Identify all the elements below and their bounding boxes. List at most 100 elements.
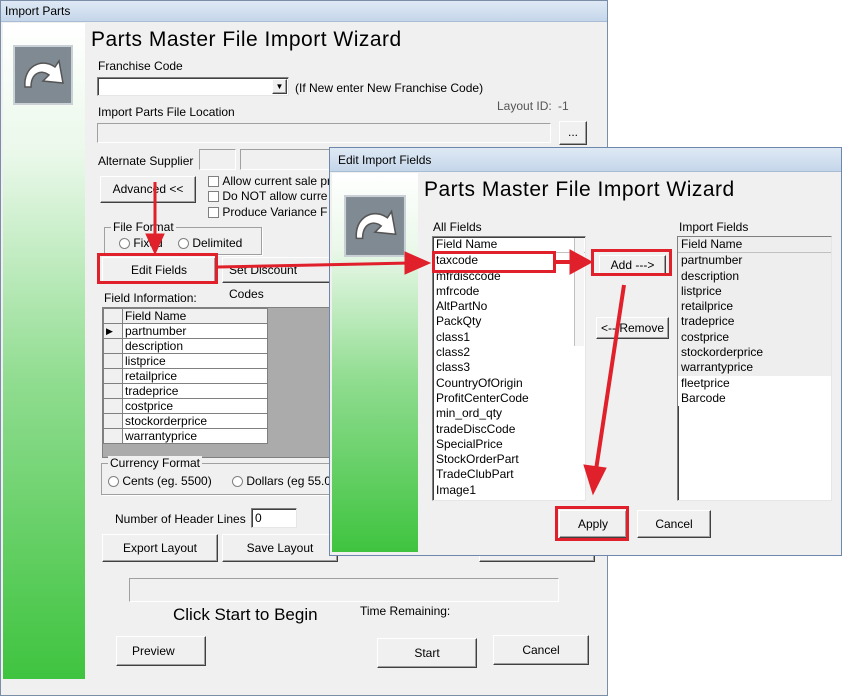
check-label: Do NOT allow curre bbox=[222, 189, 328, 203]
list-item[interactable]: PackQty bbox=[433, 314, 585, 329]
advanced-button[interactable]: Advanced << bbox=[100, 176, 196, 203]
list-item[interactable]: class2 bbox=[433, 345, 585, 360]
start-button[interactable]: Start bbox=[377, 638, 477, 668]
checkbox[interactable] bbox=[208, 207, 219, 218]
dialog-side-panel bbox=[332, 173, 418, 552]
layout-id-value: -1 bbox=[558, 99, 569, 113]
currency-format-label: Currency Format bbox=[108, 456, 203, 470]
check-do-not-allow[interactable]: Do NOT allow curre bbox=[208, 189, 327, 205]
annotation-add bbox=[591, 249, 672, 276]
dialog-cancel-button[interactable]: Cancel bbox=[637, 510, 711, 538]
import-fields-list[interactable]: Field Name partnumber description listpric… bbox=[677, 236, 832, 501]
radio[interactable] bbox=[232, 476, 243, 487]
list-item[interactable]: retailprice bbox=[678, 299, 831, 314]
list-item[interactable]: fleetprice bbox=[678, 375, 831, 391]
list-item[interactable]: CountryOfOrigin bbox=[433, 376, 585, 391]
grid-row[interactable]: retailprice bbox=[103, 368, 268, 384]
check-label: Produce Variance F bbox=[222, 205, 328, 219]
wizard-arrow-icon bbox=[13, 45, 73, 105]
list-item[interactable]: class1 bbox=[433, 330, 585, 345]
list-item[interactable]: Barcode bbox=[678, 390, 831, 407]
radio-delimited[interactable]: Delimited bbox=[178, 236, 242, 252]
alt-supplier-name-input[interactable] bbox=[240, 149, 340, 170]
all-fields-list[interactable]: Field Name taxcode mfrdisccode mfrcode AltP… bbox=[432, 236, 586, 501]
franchise-code-select[interactable]: ▼ bbox=[97, 77, 289, 96]
list-header: Field Name bbox=[678, 237, 831, 254]
grid-row[interactable]: costprice bbox=[103, 398, 268, 414]
list-item[interactable]: Image1 bbox=[433, 483, 585, 498]
franchise-label: Franchise Code bbox=[98, 59, 183, 73]
save-layout-button[interactable]: Save Layout bbox=[222, 534, 338, 562]
radio-label: Fixed bbox=[133, 236, 163, 250]
set-discount-codes-button[interactable]: Set Discount Codes bbox=[222, 257, 334, 301]
grid-header: Field Name bbox=[122, 308, 268, 324]
progress-bar bbox=[129, 578, 559, 602]
wizard-side-panel bbox=[3, 23, 85, 679]
grid-row[interactable]: warrantyprice bbox=[103, 428, 268, 444]
check-label: Allow current sale pr bbox=[222, 174, 332, 188]
export-layout-button[interactable]: Export Layout bbox=[102, 534, 218, 562]
wizard-heading: Parts Master File Import Wizard bbox=[91, 28, 402, 51]
remove-button[interactable]: <-- Remove bbox=[596, 317, 669, 339]
radio[interactable] bbox=[178, 238, 189, 249]
list-item[interactable]: tradeDiscCode bbox=[433, 422, 585, 437]
browse-button[interactable]: ... bbox=[559, 121, 587, 145]
check-allow-current-sale[interactable]: Allow current sale pr bbox=[208, 174, 331, 190]
annotation-apply bbox=[555, 506, 629, 541]
preview-button[interactable]: Preview bbox=[116, 636, 206, 666]
grid-row[interactable]: ▶ partnumber bbox=[103, 323, 268, 339]
all-fields-label: All Fields bbox=[433, 220, 482, 234]
list-item[interactable]: warrantyprice bbox=[678, 360, 831, 375]
alt-supplier-label: Alternate Supplier bbox=[98, 154, 194, 168]
list-item[interactable]: costprice bbox=[678, 330, 831, 345]
list-item[interactable]: ProfitCenterCode bbox=[433, 391, 585, 406]
radio-label: Delimited bbox=[192, 236, 243, 250]
import-fields-rows: partnumber description listprice retailpric… bbox=[678, 253, 831, 407]
import-fields-label: Import Fields bbox=[679, 220, 749, 234]
radio-cents[interactable]: Cents (eg. 5500) bbox=[108, 474, 212, 490]
list-item[interactable]: class3 bbox=[433, 360, 585, 375]
header-lines-input[interactable]: 0 bbox=[251, 508, 297, 528]
radio-fixed[interactable]: Fixed bbox=[119, 236, 163, 252]
list-item[interactable]: mfrcode bbox=[433, 284, 585, 299]
grid-row[interactable]: listprice bbox=[103, 353, 268, 369]
list-item[interactable]: tradeprice bbox=[678, 314, 831, 329]
grid-row[interactable]: description bbox=[103, 338, 268, 354]
dialog-heading: Parts Master File Import Wizard bbox=[424, 178, 735, 201]
annotation-taxcode bbox=[432, 251, 556, 273]
list-item[interactable]: stockorderprice bbox=[678, 345, 831, 360]
all-fields-rows: taxcode mfrdisccode mfrcode AltPartNo PackQt… bbox=[433, 253, 585, 498]
list-item[interactable]: partnumber bbox=[678, 253, 831, 268]
edit-import-fields-dialog: Edit Import Fields Parts Master File Imp… bbox=[329, 147, 842, 556]
dialog-title: Edit Import Fields bbox=[330, 148, 841, 172]
list-item[interactable]: AltPartNo bbox=[433, 299, 585, 314]
alt-supplier-code-input[interactable] bbox=[199, 149, 236, 170]
checkbox[interactable] bbox=[208, 191, 219, 202]
radio[interactable] bbox=[108, 476, 119, 487]
scrollbar[interactable] bbox=[574, 238, 584, 346]
location-label: Import Parts File Location bbox=[98, 105, 235, 119]
chevron-down-icon[interactable]: ▼ bbox=[272, 79, 287, 94]
list-item[interactable]: TradeClubPart bbox=[433, 467, 585, 482]
window-title: Import Parts bbox=[1, 1, 607, 22]
grid-row[interactable]: tradeprice bbox=[103, 383, 268, 399]
list-item[interactable]: min_ord_qty bbox=[433, 406, 585, 421]
annotation-edit-fields bbox=[97, 253, 218, 284]
cancel-button[interactable]: Cancel bbox=[493, 635, 589, 665]
wizard-arrow-icon bbox=[344, 195, 406, 257]
radio[interactable] bbox=[119, 238, 130, 249]
currency-format-group: Currency Format Cents (eg. 5500) Dollars… bbox=[101, 456, 337, 495]
list-item[interactable]: listprice bbox=[678, 284, 831, 299]
checkbox[interactable] bbox=[208, 176, 219, 187]
list-item[interactable]: description bbox=[678, 269, 831, 284]
list-item[interactable]: StockOrderPart bbox=[433, 452, 585, 467]
file-location-input[interactable] bbox=[97, 123, 551, 143]
list-item[interactable]: SpecialPrice bbox=[433, 437, 585, 452]
check-produce-variance[interactable]: Produce Variance F bbox=[208, 205, 328, 221]
radio-dollars[interactable]: Dollars (eg 55.0 bbox=[232, 474, 331, 490]
radio-label: Cents (eg. 5500) bbox=[122, 474, 212, 488]
time-remaining-label: Time Remaining: bbox=[360, 604, 451, 618]
file-format-group: File Format Fixed Delimited bbox=[104, 220, 262, 255]
grid-row[interactable]: stockorderprice bbox=[103, 413, 268, 429]
franchise-hint: (If New enter New Franchise Code) bbox=[295, 81, 484, 95]
